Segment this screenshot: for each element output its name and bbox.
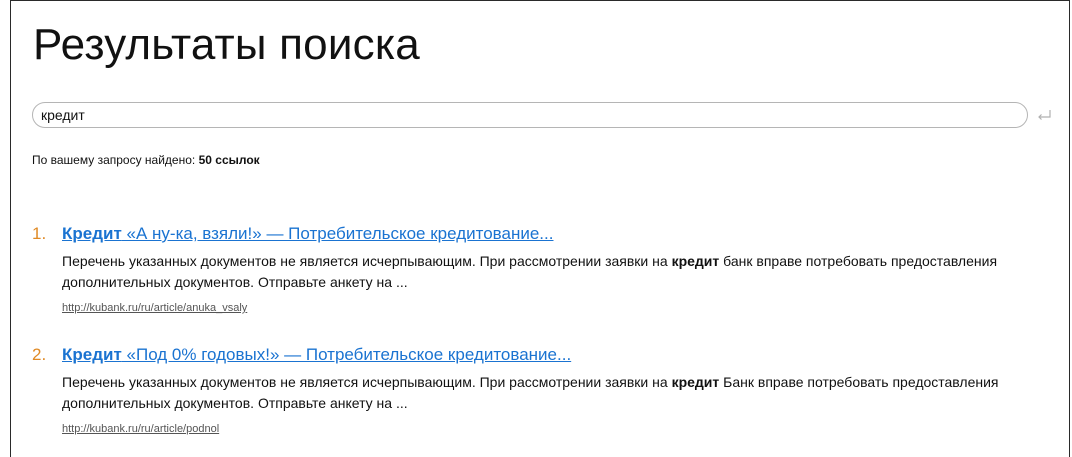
result-title-text: «А ну-ка, взяли!» — Потребительское кред… [121,224,554,243]
result-number: 2. [32,345,47,364]
result-title-link[interactable]: Кредит «Под 0% годовых!» — Потребительск… [62,345,571,364]
result-title-text: «Под 0% годовых!» — Потребительское кред… [121,345,572,364]
page-title: Результаты поиска [33,20,420,69]
results-count-label: По вашему запросу найдено: [32,153,196,167]
result-url-link[interactable]: http://kubank.ru/ru/article/anuka_vsaly [62,302,1052,314]
enter-icon[interactable] [1036,107,1052,123]
search-input[interactable] [32,102,1028,128]
result-title-keyword: Кредит [62,345,122,364]
content-frame: Результаты поиска По вашему запросу найд… [10,0,1070,457]
results-count-value: 50 ссылок [198,153,260,167]
result-snippet-text: Перечень указанных документов не являетс… [62,374,672,390]
result-url-link[interactable]: http://kubank.ru/ru/article/podnol [62,423,1052,435]
result-title-keyword: Кредит [62,224,122,243]
result-snippet-keyword: кредит [671,374,720,390]
result-title-row: 1. Кредит «А ну-ка, взяли!» — Потребитель… [32,223,1052,245]
result-snippet-text: Перечень указанных документов не являетс… [62,253,672,269]
result-title-link[interactable]: Кредит «А ну-ка, взяли!» — Потребительск… [62,224,553,243]
results-count: По вашему запросу найдено: 50 ссылок [32,153,260,167]
search-result: 2. Кредит «Под 0% годовых!» — Потребитель… [32,344,1052,435]
search-bar [32,102,1052,128]
result-snippet: Перечень указанных документов не являетс… [62,251,1052,293]
result-snippet: Перечень указанных документов не являетс… [62,372,1052,414]
search-result: 1. Кредит «А ну-ка, взяли!» — Потребитель… [32,223,1052,314]
result-title-row: 2. Кредит «Под 0% годовых!» — Потребитель… [32,344,1052,366]
result-number: 1. [32,224,47,243]
result-snippet-keyword: кредит [671,253,720,269]
